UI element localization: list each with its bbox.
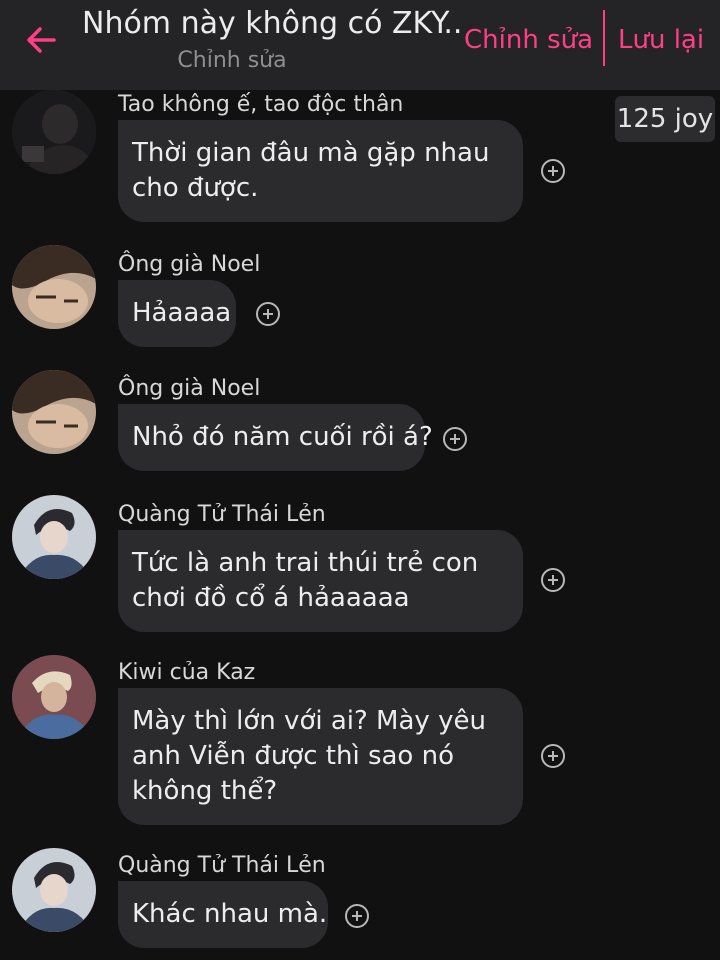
message-text: Nhỏ đó năm cuối rồi á? — [132, 422, 433, 452]
message-bubble[interactable]: Khác nhau mà. — [118, 881, 328, 948]
sender-name: Ông già Noel — [118, 252, 261, 277]
chat-header: Nhóm này không có ZKY... Chỉnh sửa Chỉnh… — [0, 0, 720, 90]
sender-name: Tao không ế, tao độc thân — [118, 92, 404, 117]
message-text: chơi đồ cổ á hảaaaaa — [132, 583, 410, 613]
plus-circle-icon[interactable] — [540, 743, 566, 769]
message-text: cho được. — [132, 173, 259, 203]
sender-name: Quàng Tử Thái Lẻn — [118, 853, 326, 878]
plus-circle-icon[interactable] — [442, 426, 468, 452]
message-bubble[interactable]: Tức là anh trai thúi trẻ con chơi đồ cổ … — [118, 530, 523, 632]
plus-circle-icon[interactable] — [344, 903, 370, 929]
message-bubble[interactable]: Nhỏ đó năm cuối rồi á? — [118, 404, 433, 471]
message-text: Thời gian đâu mà gặp nhau — [132, 138, 490, 168]
plus-circle-icon[interactable] — [540, 158, 566, 184]
joy-badge[interactable]: 125 joy — [615, 96, 715, 142]
sender-name: Kiwi của Kaz — [118, 660, 256, 685]
message-bubble[interactable]: Thời gian đâu mà gặp nhau cho được. — [118, 120, 523, 222]
chat-title[interactable]: Nhóm này không có ZKY... — [82, 4, 462, 44]
message-text: Hảaaaa — [132, 298, 232, 328]
message-text: Mày thì lớn với ai? Mày yêu — [132, 706, 486, 736]
arrow-left-icon[interactable] — [22, 20, 62, 60]
header-divider — [603, 10, 605, 66]
avatar[interactable] — [12, 495, 96, 579]
avatar[interactable] — [12, 655, 96, 739]
plus-circle-icon[interactable] — [540, 567, 566, 593]
message-bubble[interactable]: Mày thì lớn với ai? Mày yêu anh Viễn đượ… — [118, 688, 523, 825]
avatar[interactable] — [12, 245, 96, 329]
avatar[interactable] — [12, 848, 96, 932]
plus-circle-icon[interactable] — [255, 301, 281, 327]
message-text: Khác nhau mà. — [132, 899, 328, 929]
message-text: Tức là anh trai thúi trẻ con — [132, 548, 479, 578]
avatar[interactable] — [12, 370, 96, 454]
sender-name: Quàng Tử Thái Lẻn — [118, 502, 326, 527]
message-text: không thể? — [132, 776, 278, 806]
message-bubble[interactable]: Hảaaaa — [118, 280, 236, 347]
message-text: anh Viễn được thì sao nó — [132, 741, 454, 771]
sender-name: Ông già Noel — [118, 376, 261, 401]
save-button[interactable]: Lưu lại — [618, 20, 704, 60]
edit-button[interactable]: Chỉnh sửa — [464, 20, 593, 60]
chat-subtitle[interactable]: Chỉnh sửa — [82, 46, 382, 76]
avatar[interactable] — [12, 90, 96, 174]
